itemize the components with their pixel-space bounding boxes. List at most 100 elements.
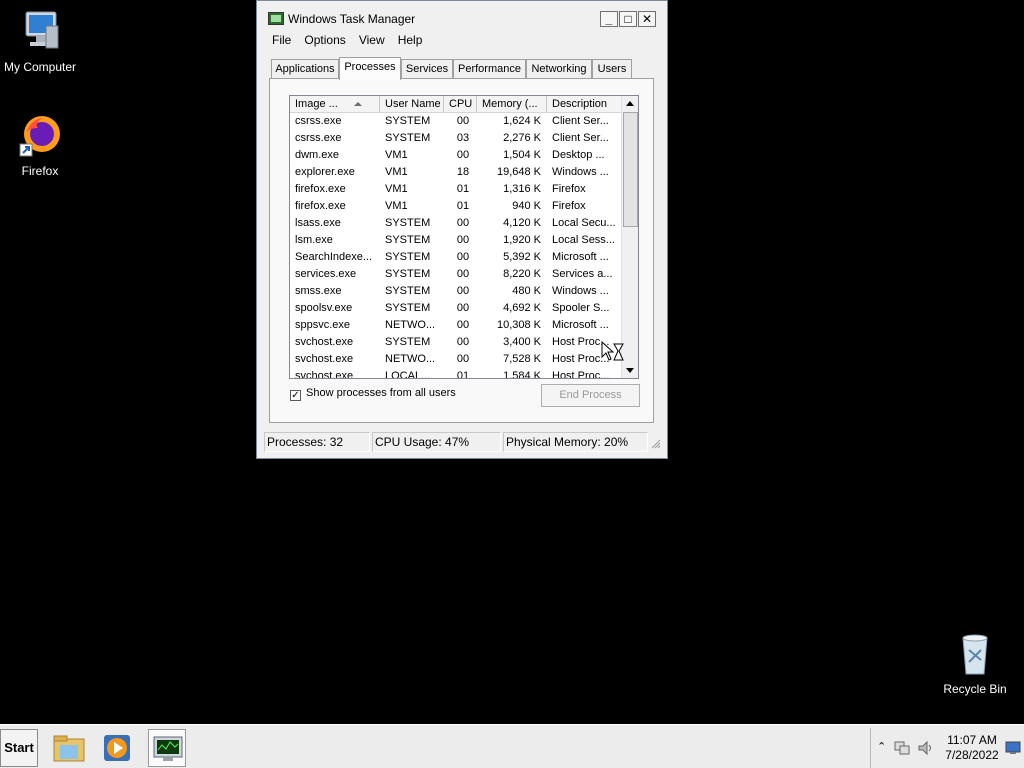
desktop-icon-recycle-bin[interactable]: Recycle Bin <box>935 630 1015 696</box>
desktop-icon-firefox[interactable]: Firefox <box>0 112 80 178</box>
scroll-down-button[interactable] <box>622 362 638 378</box>
process-row[interactable]: lsass.exe SYSTEM 00 4,120 K Local Secu... <box>290 215 622 232</box>
process-name: lsass.exe <box>295 217 341 229</box>
vertical-scrollbar[interactable] <box>621 96 638 378</box>
column-memory[interactable]: Memory (... <box>477 96 547 113</box>
menu-options[interactable]: Options <box>299 31 350 49</box>
process-description: Desktop ... <box>552 149 605 161</box>
process-user: NETWO... <box>385 319 436 331</box>
process-description: Spooler S... <box>552 302 610 314</box>
show-all-processes-checkbox[interactable]: ✓ <box>290 390 301 401</box>
process-name: firefox.exe <box>295 200 346 212</box>
tab-networking[interactable]: Networking <box>526 59 592 79</box>
maximize-button[interactable]: □ <box>619 11 637 27</box>
process-row[interactable]: firefox.exe VM1 01 940 K Firefox <box>290 198 622 215</box>
menu-file[interactable]: File <box>267 31 296 49</box>
process-name: svchost.exe <box>295 336 354 348</box>
process-row[interactable]: SearchIndexe... SYSTEM 00 5,392 K Microsoft … <box>290 249 622 266</box>
close-button[interactable]: ✕ <box>638 11 656 27</box>
task-manager-icon <box>153 736 183 761</box>
process-cpu: 01 <box>456 183 470 195</box>
process-row[interactable]: smss.exe SYSTEM 00 480 K Windows ... <box>290 283 622 300</box>
process-row[interactable]: svchost.exe NETWO... 00 7,528 K Host Proc... <box>290 351 622 368</box>
process-user: SYSTEM <box>385 115 431 127</box>
process-cpu: 01 <box>456 370 470 379</box>
menu-view[interactable]: View <box>354 31 390 49</box>
scroll-up-button[interactable] <box>622 96 638 112</box>
tab-performance[interactable]: Performance <box>453 59 526 79</box>
process-description: Firefox <box>552 200 586 212</box>
minimize-button[interactable]: _ <box>600 11 618 27</box>
process-description: Services a... <box>552 268 613 280</box>
start-button[interactable]: Start <box>0 729 38 767</box>
task-manager-title-icon <box>268 12 284 25</box>
taskbar-clock[interactable]: 11:07 AM 7/28/2022 <box>938 733 1006 763</box>
process-cpu: 03 <box>456 132 470 144</box>
volume-icon[interactable] <box>917 740 935 756</box>
column-description[interactable]: Description <box>547 96 622 113</box>
end-process-button[interactable]: End Process <box>541 384 640 407</box>
process-list-header: Image ... User Name CPU Memory (... Desc… <box>290 96 622 113</box>
process-row[interactable]: firefox.exe VM1 01 1,316 K Firefox <box>290 181 622 198</box>
process-description: Firefox <box>552 183 586 195</box>
process-user: SYSTEM <box>385 268 431 280</box>
process-user: LOCAL... <box>385 370 431 379</box>
firefox-icon <box>16 112 64 160</box>
menu-help[interactable]: Help <box>393 31 428 49</box>
process-name: csrss.exe <box>295 115 342 127</box>
tab-applications[interactable]: Applications <box>271 59 339 79</box>
show-hidden-icons-icon[interactable]: ⌃ <box>877 740 886 753</box>
title-bar[interactable]: Windows Task Manager _ □ ✕ <box>257 1 667 35</box>
process-row[interactable]: lsm.exe SYSTEM 00 1,920 K Local Sess... <box>290 232 622 249</box>
show-all-processes-option[interactable]: ✓ Show processes from all users <box>290 387 456 401</box>
resize-grip-icon[interactable] <box>650 438 661 449</box>
process-memory: 7,528 K <box>503 353 541 365</box>
process-user: SYSTEM <box>385 336 431 348</box>
explorer-taskbar-button[interactable] <box>50 729 88 767</box>
process-cpu: 00 <box>456 302 470 314</box>
process-list[interactable]: Image ... User Name CPU Memory (... Desc… <box>289 95 639 379</box>
show-desktop-icon[interactable] <box>1005 741 1021 755</box>
tab-users[interactable]: Users <box>592 59 632 79</box>
process-memory: 1,624 K <box>503 115 541 127</box>
process-cpu: 00 <box>456 115 470 127</box>
process-row[interactable]: dwm.exe VM1 00 1,504 K Desktop ... <box>290 147 622 164</box>
process-cpu: 00 <box>456 251 470 263</box>
process-cpu: 00 <box>456 149 470 161</box>
process-name: svchost.exe <box>295 353 354 365</box>
tab-services[interactable]: Services <box>401 59 453 79</box>
process-user: SYSTEM <box>385 217 431 229</box>
column-label: Image ... <box>295 98 338 110</box>
desktop-icon-label: Firefox <box>21 164 59 178</box>
process-row[interactable]: services.exe SYSTEM 00 8,220 K Services a... <box>290 266 622 283</box>
process-row[interactable]: svchost.exe SYSTEM 00 3,400 K Host Proc... <box>290 334 622 351</box>
column-cpu[interactable]: CPU <box>444 96 477 113</box>
tab-processes[interactable]: Processes <box>339 57 401 80</box>
scroll-thumb[interactable] <box>623 112 638 227</box>
media-player-taskbar-button[interactable] <box>98 729 136 767</box>
process-row[interactable]: explorer.exe VM1 18 19,648 K Windows ... <box>290 164 622 181</box>
network-icon[interactable] <box>893 740 911 756</box>
sort-ascending-icon <box>354 102 362 106</box>
process-user: SYSTEM <box>385 302 431 314</box>
status-cpu-usage: CPU Usage: 47% <box>372 432 501 452</box>
process-cpu: 00 <box>456 285 470 297</box>
clock-date: 7/28/2022 <box>945 748 999 762</box>
process-row[interactable]: csrss.exe SYSTEM 00 1,624 K Client Ser... <box>290 113 622 130</box>
process-memory: 1,316 K <box>503 183 541 195</box>
recycle-bin-icon <box>951 630 999 678</box>
process-row[interactable]: csrss.exe SYSTEM 03 2,276 K Client Ser... <box>290 130 622 147</box>
process-row[interactable]: spoolsv.exe SYSTEM 00 4,692 K Spooler S... <box>290 300 622 317</box>
column-user-name[interactable]: User Name <box>380 96 444 113</box>
process-row[interactable]: svchost.exe LOCAL... 01 1,584 K Host Proc... <box>290 368 622 379</box>
task-manager-taskbar-button[interactable] <box>148 729 186 767</box>
desktop-icon-my-computer[interactable]: My Computer <box>0 8 80 74</box>
process-user: SYSTEM <box>385 251 431 263</box>
column-image-name[interactable]: Image ... <box>290 96 380 113</box>
process-cpu: 00 <box>456 268 470 280</box>
taskbar: Start ⌃ 11:07 AM 7/28/2022 <box>0 724 1024 768</box>
menu-bar: File Options View Help <box>267 31 427 49</box>
process-memory: 1,920 K <box>503 234 541 246</box>
process-user: VM1 <box>385 166 408 178</box>
process-row[interactable]: sppsvc.exe NETWO... 00 10,308 K Microsoft ..… <box>290 317 622 334</box>
